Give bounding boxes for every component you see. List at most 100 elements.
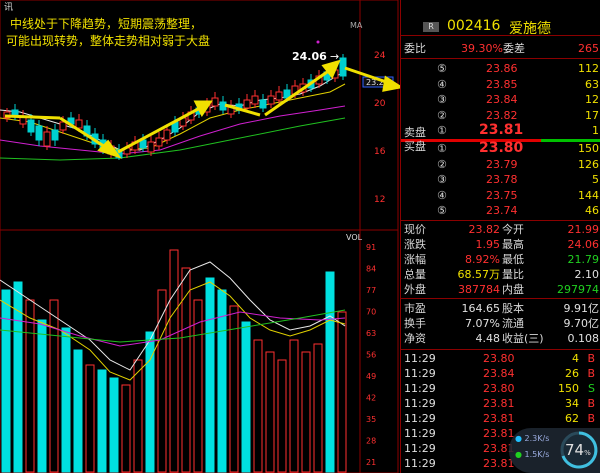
ma-label: MA (350, 21, 363, 30)
tick-row[interactable]: 11:29 23.80 4 B (401, 352, 600, 366)
sell-price: 23.82 (486, 108, 518, 122)
sell-volume: 12 (585, 93, 599, 106)
tick-flag: S (588, 382, 595, 395)
stat-value: 8.92% (465, 253, 500, 266)
volume-bar (205, 277, 215, 473)
buy-row[interactable]: ④ 23.75 144 (401, 189, 600, 203)
tick-price: 23.81 (483, 427, 515, 440)
tick-time: 11:29 (404, 427, 436, 440)
stat-row: 外盘 387784 内盘 297974 (401, 283, 600, 297)
tick-price: 23.80 (483, 352, 515, 365)
sell-volume: 17 (585, 108, 599, 122)
volume-axis-label: 84 (366, 265, 376, 274)
sell-volume: 112 (578, 62, 599, 75)
tick-row[interactable]: 11:29 23.84 26 B (401, 367, 600, 381)
buy-row[interactable]: ① 23.80 150 (401, 140, 600, 156)
volume-bar (109, 377, 119, 473)
network-widget[interactable]: ● 2.3K/s ● 1.5K/s 74% (509, 428, 600, 473)
buy-price: 23.74 (486, 204, 518, 217)
fundamental-label: 净资 (404, 332, 426, 345)
order-index: ⑤ (437, 62, 447, 75)
volume-bar (181, 267, 191, 473)
volume-bar (97, 369, 107, 473)
price-axis-label: 16 (374, 147, 386, 157)
annotation-line-2: 可能出现转势，整体走势相对弱于大盘 (6, 33, 210, 48)
fundamental-row: 净资 4.48 收益(三) 0.108 (401, 332, 600, 346)
stat-label: 最低 (502, 253, 524, 266)
candle-body (243, 99, 251, 109)
tab-fragment: 讯 (4, 2, 13, 13)
volume-axis-label: 35 (366, 415, 376, 424)
tick-time: 11:29 (404, 442, 436, 455)
sell-row[interactable]: ④ 23.85 63 (401, 78, 600, 92)
tick-row[interactable]: 11:29 23.80 150 S (401, 382, 600, 396)
fundamental-label: 收益(三) (502, 332, 544, 345)
volume-axis-label: 56 (366, 351, 376, 360)
tick-time: 11:29 (404, 397, 436, 410)
buy-price: 23.80 (479, 140, 524, 156)
fundamental-label: 股本 (502, 302, 524, 315)
sell-price: 23.86 (486, 62, 518, 75)
buy-row[interactable]: ③ 23.78 5 (401, 173, 600, 187)
tick-price: 23.81 (483, 412, 515, 425)
candle-body (75, 119, 83, 129)
tick-volume: 26 (565, 367, 579, 380)
annotation-line-1: 中线处于下降趋势，短期震荡整理， (10, 16, 202, 31)
stat-label: 涨幅 (404, 253, 426, 266)
order-index: ④ (437, 188, 447, 202)
tick-time: 11:29 (404, 352, 436, 365)
tick-volume: 4 (572, 352, 579, 365)
chart-area[interactable]: 讯 MA 24 20 16 12 23.21 24.06 → 中线处于下降趋势，… (0, 0, 400, 473)
stat-value: 21.79 (567, 253, 600, 266)
volume-bar (61, 327, 71, 473)
stat-label: 涨跌 (404, 238, 426, 251)
volume-bar (157, 289, 167, 473)
volume-axis-label: 63 (366, 329, 376, 338)
upload-speed: 2.3K/s (524, 434, 550, 443)
fundamental-label: 市盈 (404, 302, 426, 315)
upload-icon: ● (515, 434, 522, 443)
stock-name: 爱施德 (509, 21, 551, 37)
volume-axis-label: 70 (366, 308, 376, 317)
volume-bar (289, 339, 299, 473)
stat-value: 2.10 (574, 268, 600, 281)
buy-price: 23.78 (486, 173, 518, 186)
tick-price: 23.80 (483, 382, 515, 395)
sell-row[interactable]: ③ 23.84 12 (401, 93, 600, 107)
weicha-value: 265 (578, 42, 599, 55)
r-badge: R (423, 22, 439, 32)
fundamental-row: 换手 7.07% 流通 9.70亿 (401, 317, 600, 331)
volume-bar (73, 349, 83, 473)
stock-code: 002416 (447, 18, 501, 34)
volume-axis-label: 42 (366, 394, 376, 403)
volume-axis-label: 77 (366, 286, 376, 295)
tick-row[interactable]: 11:29 23.81 62 B (401, 412, 600, 426)
buy-row[interactable]: ② 23.79 126 (401, 158, 600, 172)
sell-row[interactable]: ② 23.82 17 (401, 109, 600, 123)
volume-bar (49, 299, 59, 473)
vol-label: VOL (346, 233, 363, 242)
stat-row: 现价 23.82 今开 21.99 (401, 223, 600, 237)
order-index: ③ (437, 93, 447, 106)
tick-row[interactable]: 11:29 23.81 34 B (401, 397, 600, 411)
candle-body (267, 95, 275, 105)
buy-row[interactable]: ⑤ 23.74 46 (401, 204, 600, 218)
fundamental-label: 换手 (404, 317, 426, 330)
candle-body (339, 57, 347, 77)
volume-axis-label: 28 (366, 437, 376, 446)
candle-body (59, 121, 67, 131)
stat-label: 今开 (502, 223, 524, 236)
candle-body (51, 129, 59, 141)
high-price-label: 24.06 (292, 50, 327, 63)
sell-volume: 63 (585, 77, 599, 91)
tick-flag: B (587, 352, 595, 365)
sell-row[interactable]: ⑤ 23.86 112 (401, 62, 600, 76)
tick-volume: 150 (558, 382, 579, 395)
volume-bar (265, 351, 275, 473)
stat-value: 297974 (557, 283, 599, 296)
price-axis-label: 12 (374, 195, 385, 205)
stat-value: 68.57万 (457, 268, 501, 281)
candle-body (259, 99, 267, 109)
candle-body (35, 125, 43, 141)
order-index: ① (437, 142, 447, 155)
